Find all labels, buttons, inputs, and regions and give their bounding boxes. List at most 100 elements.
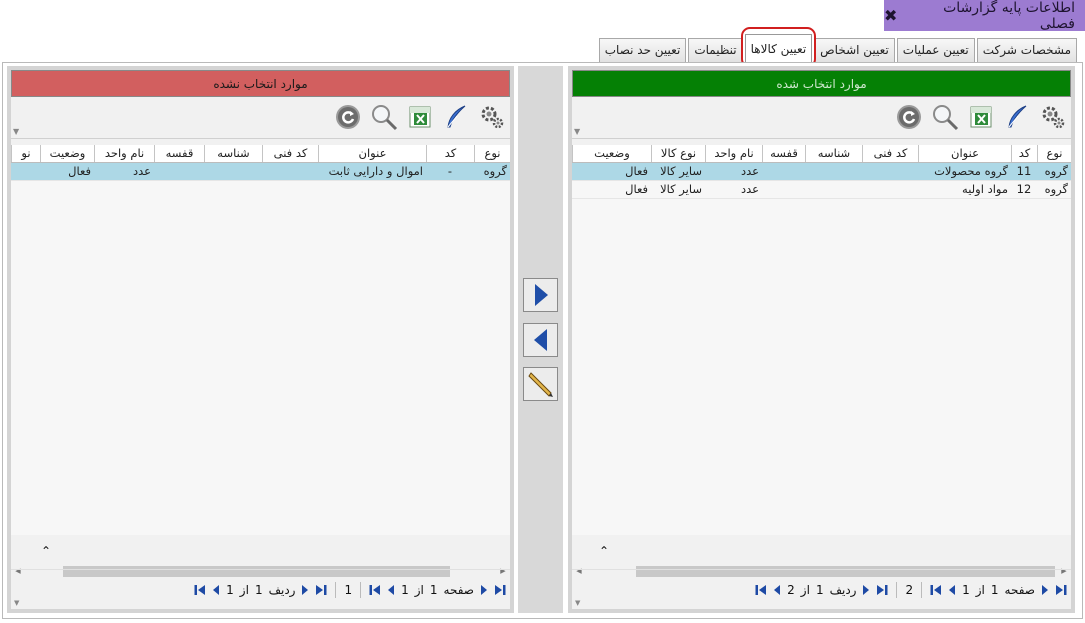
first-row-icon[interactable] (315, 584, 327, 596)
next-page-icon[interactable] (387, 584, 395, 596)
prev-page-icon[interactable] (480, 584, 488, 596)
move-right-button[interactable] (523, 278, 558, 312)
prev-row-icon[interactable] (301, 584, 309, 596)
record-count: 2 (905, 582, 914, 597)
cell-type: گروه (1044, 164, 1068, 178)
cell-shelf (762, 181, 805, 198)
column-header-truncated[interactable]: نو (11, 145, 40, 162)
record-count: 1 (344, 582, 353, 597)
selected-grid: نوع کد عنوان کد فنی شناسه قفسه نام واحد … (572, 145, 1071, 535)
chevron-up-icon[interactable]: ⌃ (41, 544, 51, 558)
cell-status: فعال (68, 164, 91, 178)
cell-item-type: سایر کالا (660, 164, 702, 178)
excel-export-icon[interactable] (406, 103, 434, 131)
cell-code: 11 (1016, 164, 1032, 178)
tab-goods[interactable]: تعیین کالاها (740, 27, 816, 68)
edit-pencil-icon (527, 372, 553, 397)
chevron-down-icon[interactable]: ▼ (574, 127, 580, 136)
page-number: 1 (429, 582, 438, 597)
column-header-shelf[interactable]: قفسه (154, 145, 204, 162)
column-header-shelf[interactable]: قفسه (762, 145, 805, 162)
column-header-tech-code[interactable]: کد فنی (862, 145, 918, 162)
row-navigator: ردیف 1 از 2 (755, 583, 888, 597)
edit-feather-icon[interactable] (442, 103, 470, 131)
next-page-icon[interactable] (948, 584, 956, 596)
cell-type: گروه (483, 164, 507, 178)
next-row-icon[interactable] (773, 584, 781, 596)
page-of-label: از (975, 582, 985, 597)
table-row[interactable]: گروه 12 مواد اولیه عدد سایر کالا فعال (572, 181, 1071, 199)
cell-id (805, 163, 862, 180)
page-of-label: از (414, 582, 424, 597)
selected-toolbar: ▼ (572, 97, 1071, 139)
cell-unit: عدد (740, 182, 759, 196)
chevron-up-icon[interactable]: ⌃ (599, 544, 609, 558)
selected-panel-header: موارد انتخاب شده (572, 70, 1071, 97)
chevron-down-icon[interactable]: ▼ (575, 599, 580, 607)
column-header-status[interactable]: وضعیت (40, 145, 94, 162)
edit-button[interactable] (523, 367, 558, 401)
row-of-label: از (800, 582, 810, 597)
unselected-grid: نوع کد عنوان کد فنی شناسه قفسه نام واحد … (11, 145, 510, 535)
edit-feather-icon[interactable] (1003, 103, 1031, 131)
cell-tech-code (862, 181, 918, 198)
column-header-type[interactable]: نوع (1037, 145, 1071, 162)
table-row[interactable]: گروه 11 گروه محصولات عدد سایر کالا فعال (572, 163, 1071, 181)
tab-persons[interactable]: تعیین اشخاص (814, 38, 895, 62)
column-header-unit[interactable]: نام واحد (705, 145, 762, 162)
search-magnifier-icon[interactable] (931, 103, 959, 131)
column-header-type[interactable]: نوع (474, 145, 510, 162)
tab-threshold[interactable]: تعیین حد نصاب (598, 38, 687, 62)
page-label: صفحه (1004, 582, 1035, 597)
refresh-icon[interactable] (334, 103, 362, 131)
cell-shelf (154, 163, 204, 180)
last-page-icon[interactable] (930, 584, 942, 596)
last-page-icon[interactable] (369, 584, 381, 596)
next-row-icon[interactable] (212, 584, 220, 596)
first-page-icon[interactable] (494, 584, 506, 596)
cell-type: گروه (1044, 182, 1068, 196)
cell-extra (11, 163, 40, 180)
unselected-panel-header: موارد انتخاب نشده (11, 70, 510, 97)
column-header-code[interactable]: کد (1011, 145, 1037, 162)
prev-row-icon[interactable] (862, 584, 870, 596)
column-header-id[interactable]: شناسه (204, 145, 262, 162)
table-row[interactable]: گروه - اموال و دارایی ثابت عدد فعال (11, 163, 510, 181)
row-number: 1 (254, 582, 263, 597)
column-header-id[interactable]: شناسه (805, 145, 862, 162)
excel-export-icon[interactable] (967, 103, 995, 131)
column-header-title[interactable]: عنوان (918, 145, 1011, 162)
settings-gear-icon[interactable] (1039, 103, 1067, 131)
refresh-icon[interactable] (895, 103, 923, 131)
last-row-icon[interactable] (194, 584, 206, 596)
cell-item-type: سایر کالا (660, 182, 702, 196)
grid-header: نوع کد عنوان کد فنی شناسه قفسه نام واحد … (11, 145, 510, 163)
search-magnifier-icon[interactable] (370, 103, 398, 131)
column-header-tech-code[interactable]: کد فنی (262, 145, 318, 162)
prev-page-icon[interactable] (1041, 584, 1049, 596)
unselected-items-panel: موارد انتخاب نشده ▼ نوع کد عنوان کد فنی … (7, 66, 514, 613)
pager-divider (896, 581, 898, 598)
tab-company-info[interactable]: مشخصات شرکت (976, 38, 1077, 62)
chevron-down-icon[interactable]: ▼ (13, 127, 19, 136)
cell-code: 12 (1016, 182, 1032, 196)
settings-gear-icon[interactable] (478, 103, 506, 131)
column-header-title[interactable]: عنوان (318, 145, 426, 162)
first-page-icon[interactable] (1055, 584, 1067, 596)
tab-operations[interactable]: تعیین عملیات (896, 38, 975, 62)
last-row-icon[interactable] (755, 584, 767, 596)
cell-unit: عدد (132, 164, 151, 178)
column-header-unit[interactable]: نام واحد (94, 145, 154, 162)
column-header-item-type[interactable]: نوع کالا (651, 145, 705, 162)
cell-title: اموال و دارایی ثابت (328, 164, 423, 178)
tab-settings[interactable]: تنظیمات (688, 38, 743, 62)
column-header-code[interactable]: کد (426, 145, 474, 162)
close-icon[interactable]: ✖ (884, 6, 897, 25)
column-header-status[interactable]: وضعیت (572, 145, 651, 162)
page-total: 1 (962, 582, 970, 597)
move-left-button[interactable] (523, 323, 558, 357)
first-row-icon[interactable] (876, 584, 888, 596)
pager-divider (921, 581, 923, 598)
chevron-down-icon[interactable]: ▼ (14, 599, 19, 607)
selected-pager: صفحه 1 از 1 2 ردیف 1 از 2 ▼ (572, 569, 1071, 609)
